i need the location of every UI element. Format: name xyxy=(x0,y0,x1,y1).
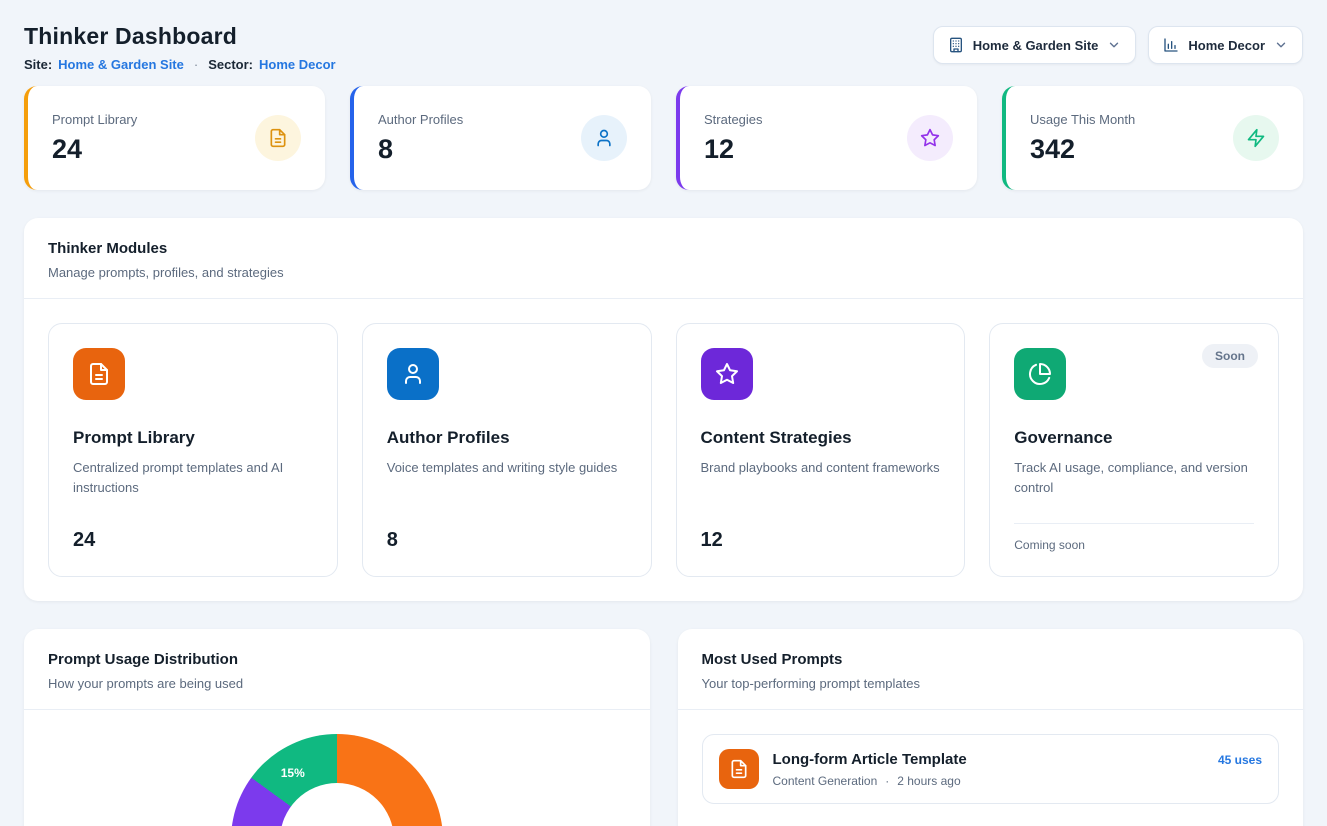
usage-card-subtitle: How your prompts are being used xyxy=(48,676,626,691)
pie-chart-icon xyxy=(1014,348,1066,400)
site-label: Site: xyxy=(24,57,52,72)
person-icon xyxy=(581,115,627,161)
module-card-author-profiles[interactable]: Author Profiles Voice templates and writ… xyxy=(362,323,652,577)
stat-value: 24 xyxy=(52,134,137,165)
prompts-card-title: Most Used Prompts xyxy=(702,651,1280,668)
divider xyxy=(1014,523,1254,524)
sector-selector-button[interactable]: Home Decor xyxy=(1148,26,1303,64)
chevron-down-icon xyxy=(1107,38,1121,52)
module-description: Voice templates and writing style guides xyxy=(387,458,627,513)
prompt-item-text: Long-form Article Template Content Gener… xyxy=(773,751,1204,788)
module-card-governance[interactable]: Soon Governance Track AI usage, complian… xyxy=(989,323,1279,577)
prompt-item-uses-badge: 45 uses xyxy=(1218,753,1262,767)
separator-dot: · xyxy=(885,774,889,788)
site-link[interactable]: Home & Garden Site xyxy=(58,57,184,72)
module-title: Governance xyxy=(1014,428,1254,448)
module-count: 24 xyxy=(73,529,313,552)
modules-section-header: Thinker Modules Manage prompts, profiles… xyxy=(24,218,1303,299)
page-title: Thinker Dashboard xyxy=(24,24,336,48)
stat-info: Author Profiles 8 xyxy=(378,112,463,165)
header: Thinker Dashboard Site: Home & Garden Si… xyxy=(24,24,1303,72)
stat-value: 8 xyxy=(378,134,463,165)
chevron-down-icon xyxy=(1274,38,1288,52)
soon-badge: Soon xyxy=(1202,344,1258,368)
modules-section-title: Thinker Modules xyxy=(48,240,1279,257)
donut-chart xyxy=(231,734,443,826)
person-icon xyxy=(387,348,439,400)
header-controls: Home & Garden Site Home Decor xyxy=(933,26,1303,64)
dashboard-page: Thinker Dashboard Site: Home & Garden Si… xyxy=(0,0,1327,826)
sector-link[interactable]: Home Decor xyxy=(259,57,336,72)
prompts-card-header: Most Used Prompts Your top-performing pr… xyxy=(678,629,1304,710)
modules-section-subtitle: Manage prompts, profiles, and strategies xyxy=(48,265,1279,280)
stat-card-author-profiles: Author Profiles 8 xyxy=(350,86,651,190)
sector-label: Sector: xyxy=(208,57,253,72)
usage-distribution-card: Prompt Usage Distribution How your promp… xyxy=(24,629,650,826)
module-count: 8 xyxy=(387,529,627,552)
usage-card-header: Prompt Usage Distribution How your promp… xyxy=(24,629,650,710)
donut-chart-area: 15% xyxy=(24,710,650,826)
thinker-modules-section: Thinker Modules Manage prompts, profiles… xyxy=(24,218,1303,601)
sector-selector-label: Home Decor xyxy=(1188,38,1265,53)
prompt-item-category: Content Generation xyxy=(773,774,878,788)
module-title: Content Strategies xyxy=(701,428,941,448)
bottom-row: Prompt Usage Distribution How your promp… xyxy=(24,629,1303,826)
module-card-content-strategies[interactable]: Content Strategies Brand playbooks and c… xyxy=(676,323,966,577)
stat-card-prompt-library: Prompt Library 24 xyxy=(24,86,325,190)
separator-dot: · xyxy=(194,57,198,72)
module-description: Centralized prompt templates and AI inst… xyxy=(73,458,313,513)
document-icon xyxy=(719,749,759,789)
stats-row: Prompt Library 24 Author Profiles 8 Stra… xyxy=(24,86,1303,190)
sparkle-star-icon xyxy=(907,115,953,161)
most-used-prompts-card: Most Used Prompts Your top-performing pr… xyxy=(678,629,1304,826)
prompt-item-meta: Content Generation · 2 hours ago xyxy=(773,774,1204,788)
module-count: 12 xyxy=(701,529,941,552)
module-title: Prompt Library xyxy=(73,428,313,448)
module-description: Track AI usage, compliance, and version … xyxy=(1014,458,1254,509)
prompt-list: Long-form Article Template Content Gener… xyxy=(678,710,1304,826)
building-icon xyxy=(948,37,964,53)
stat-value: 12 xyxy=(704,134,763,165)
prompts-card-subtitle: Your top-performing prompt templates xyxy=(702,676,1280,691)
stat-label: Usage This Month xyxy=(1030,112,1135,127)
stat-card-strategies: Strategies 12 xyxy=(676,86,977,190)
module-title: Author Profiles xyxy=(387,428,627,448)
site-sector-line: Site: Home & Garden Site · Sector: Home … xyxy=(24,57,336,72)
stat-label: Strategies xyxy=(704,112,763,127)
stat-value: 342 xyxy=(1030,134,1135,165)
stat-label: Prompt Library xyxy=(52,112,137,127)
donut-slice-label: 15% xyxy=(281,766,305,780)
site-selector-label: Home & Garden Site xyxy=(973,38,1099,53)
bolt-icon xyxy=(1233,115,1279,161)
prompt-item-time: 2 hours ago xyxy=(897,774,960,788)
stat-label: Author Profiles xyxy=(378,112,463,127)
document-icon xyxy=(255,115,301,161)
prompt-item-title: Long-form Article Template xyxy=(773,751,1204,768)
site-selector-button[interactable]: Home & Garden Site xyxy=(933,26,1137,64)
module-description: Brand playbooks and content frameworks xyxy=(701,458,941,513)
modules-grid: Prompt Library Centralized prompt templa… xyxy=(24,299,1303,601)
stat-info: Strategies 12 xyxy=(704,112,763,165)
stat-info: Usage This Month 342 xyxy=(1030,112,1135,165)
stat-card-usage: Usage This Month 342 xyxy=(1002,86,1303,190)
prompt-list-item[interactable]: Long-form Article Template Content Gener… xyxy=(702,734,1280,804)
title-block: Thinker Dashboard Site: Home & Garden Si… xyxy=(24,24,336,72)
bar-chart-icon xyxy=(1163,37,1179,53)
sparkle-star-icon xyxy=(701,348,753,400)
stat-info: Prompt Library 24 xyxy=(52,112,137,165)
document-icon xyxy=(73,348,125,400)
usage-card-title: Prompt Usage Distribution xyxy=(48,651,626,668)
coming-soon-text: Coming soon xyxy=(1014,538,1254,552)
module-card-prompt-library[interactable]: Prompt Library Centralized prompt templa… xyxy=(48,323,338,577)
